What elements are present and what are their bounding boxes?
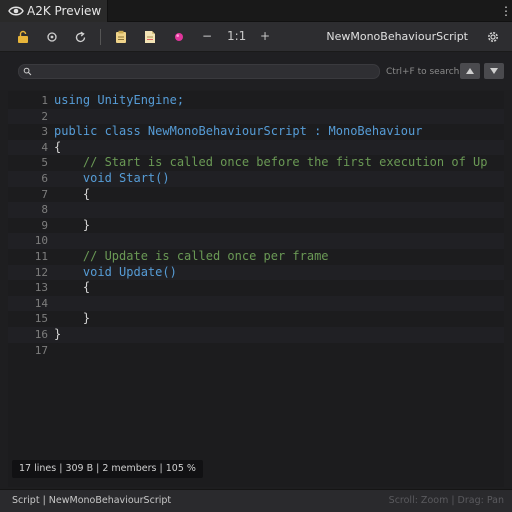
eye-icon [8,6,24,16]
lock-icon[interactable] [14,28,32,46]
code-line: 5 // Start is called once before the fir… [8,155,504,171]
line-number: 1 [41,94,48,107]
code-token: void Update() [54,264,177,279]
search-icon [23,67,32,76]
stats-badge: 17 lines | 309 B | 2 members | 105 % [12,460,203,478]
code-token: } [54,327,62,341]
code-line: 10 [8,233,504,249]
search-input[interactable] [35,65,375,78]
code-line: 16} [8,327,504,343]
code-line: 9 } [8,218,504,234]
code-line: 1 using UnityEngine; [8,93,504,109]
line-number: 10 [34,234,48,248]
line-number: 17 [34,343,48,357]
code-view[interactable]: 1 using UnityEngine; 2 3 public class NewMon… [8,91,504,487]
code-token: void Start() [54,171,170,185]
line-number: 12 [34,265,48,279]
code-text: } [54,327,61,343]
code-text: // Update is called once per frame [54,249,329,265]
status-hint: Scroll: Zoom | Drag: Pan [388,495,504,506]
search-row: Ctrl+F to search [0,52,512,90]
code-token: } [54,311,91,326]
code-line: 8 [8,202,504,218]
code-line: 7 { [8,187,504,203]
code-line: 2 [8,108,504,125]
color-orb-icon[interactable] [170,28,188,46]
code-token: { [54,280,91,295]
line-number: 5 [41,156,48,170]
toolbar-divider [100,29,101,45]
code-token: } [54,217,91,232]
code-line: 6 void Start() [8,171,504,187]
toolbar: − 1:1 + NewMonoBehaviourScript [0,22,512,52]
document-icon[interactable] [141,28,159,46]
status-script-label: Script | NewMonoBehaviourScript [12,495,172,506]
search-hint: Ctrl+F to search [386,67,460,77]
code-token: // Start is called once before the first… [54,155,488,170]
zoom-reset-button[interactable]: 1:1 [227,29,246,43]
code-token: { [54,139,62,154]
search-next-button[interactable] [484,63,504,79]
line-number: 15 [34,312,48,326]
refresh-icon[interactable] [71,28,89,46]
line-number: 6 [41,172,48,185]
line-number: 3 [41,125,48,139]
line-number: 16 [34,328,48,341]
line-number: 11 [34,250,48,263]
line-number: 9 [41,218,48,232]
line-number: 2 [41,109,48,123]
code-line: 4{ [8,139,504,156]
code-text: void Start() [54,171,170,187]
zoom-in-button[interactable]: + [260,29,270,43]
code-text: } [54,311,90,327]
code-token: // Update is called once per frame [54,249,329,263]
code-text: { [54,187,90,203]
toolbar-filename: NewMonoBehaviourScript [326,30,468,43]
line-number: 13 [34,281,48,295]
code-text: using UnityEngine; [54,93,184,109]
code-text: { [54,140,61,156]
settings-icon[interactable] [484,28,502,46]
code-line: 15 } [8,311,504,327]
clipboard-icon[interactable] [112,28,130,46]
code-text: // Start is called once before the first… [54,155,488,171]
preview-tab[interactable]: A2K Preview [0,0,108,22]
code-text: } [54,218,90,234]
line-number: 4 [41,140,48,154]
window-tab-bar: A2K Preview ⋮ [0,0,512,22]
code-text: public class NewMonoBehaviourScript : Mo… [54,124,422,140]
line-number: 8 [41,203,48,217]
search-prev-button[interactable] [460,63,480,79]
arrow-down-icon [490,68,498,74]
code-line: 3 public class NewMonoBehaviourScript : M… [8,124,504,140]
code-text: { [54,280,90,296]
code-line: 12 void Update() [8,264,504,281]
code-token: public class NewMonoBehaviourScript : Mo… [54,124,423,139]
code-token: using UnityEngine; [54,93,185,107]
arrow-up-icon [466,68,474,74]
line-number: 14 [34,296,48,310]
code-line: 14 [8,295,504,312]
search-field[interactable] [18,64,380,79]
code-line: 17 [8,343,504,359]
tab-title: A2K Preview [27,4,102,18]
record-icon[interactable] [43,28,61,46]
code-text: void Update() [54,265,177,281]
code-token: { [54,186,91,201]
zoom-out-button[interactable]: − [202,29,212,43]
code-line: 11 // Update is called once per frame [8,249,504,265]
line-number: 7 [41,187,48,201]
code-line: 13 { [8,280,504,296]
kebab-menu-icon[interactable]: ⋮ [500,3,512,19]
status-bar: Script | NewMonoBehaviourScript Scroll: … [0,489,512,512]
